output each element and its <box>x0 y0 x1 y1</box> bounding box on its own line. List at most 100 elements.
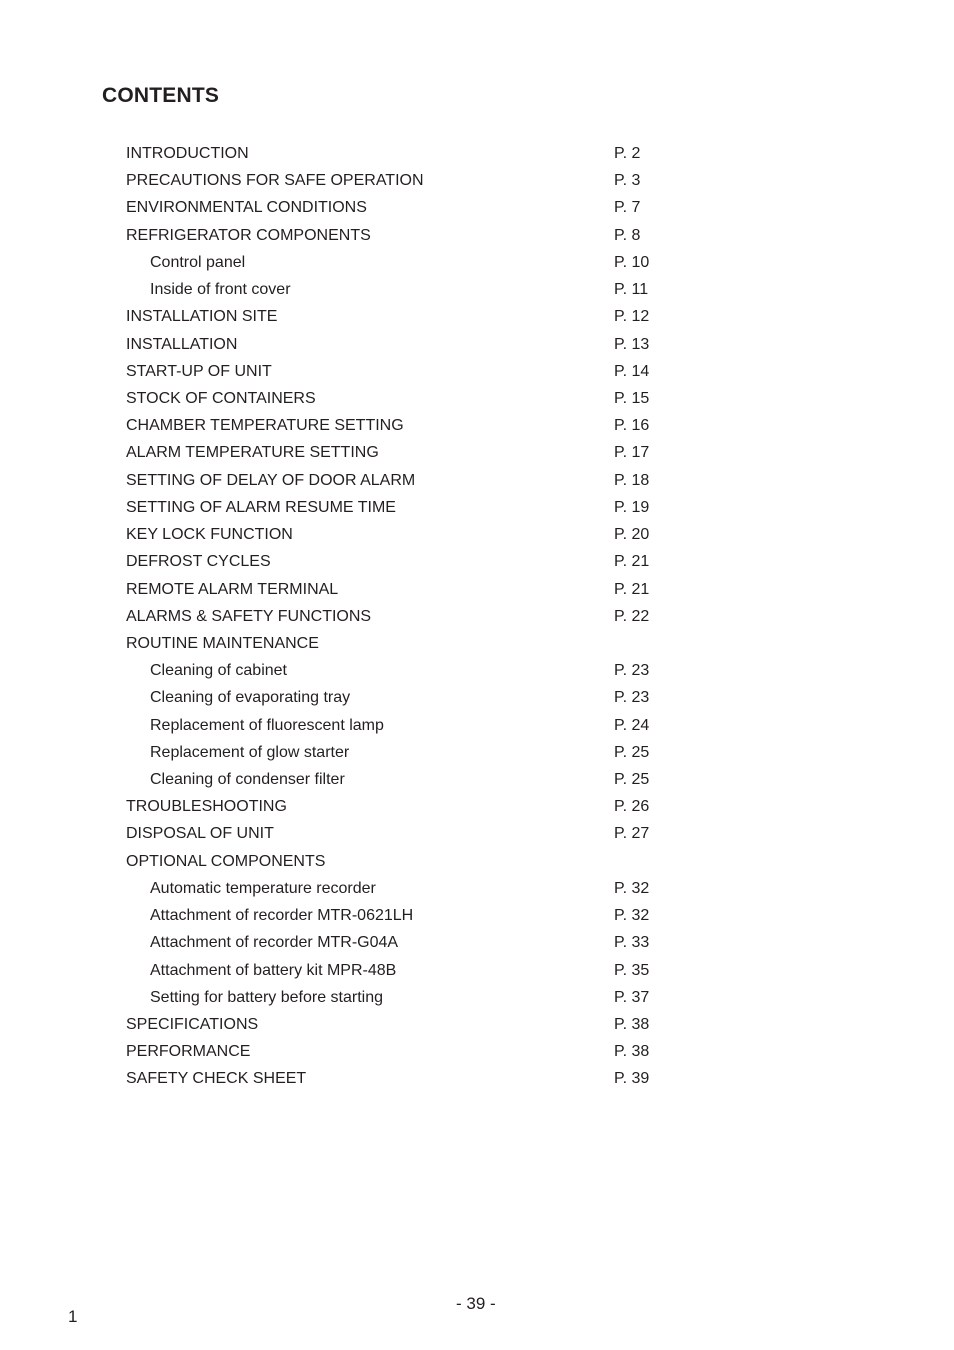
toc-entry[interactable]: ALARMS & SAFETY FUNCTIONS P. 22 <box>126 605 686 632</box>
toc-subentry[interactable]: Setting for battery before starting P. 37 <box>126 986 686 1013</box>
toc-entry[interactable]: ALARM TEMPERATURE SETTING P. 17 <box>126 441 686 468</box>
toc-entry-page: P. 10 <box>614 253 650 271</box>
toc-entry-label: Replacement of glow starter <box>150 743 350 761</box>
toc-entry[interactable]: CHAMBER TEMPERATURE SETTING P. 16 <box>126 414 686 441</box>
toc-subentry[interactable]: Replacement of glow starter P. 25 <box>126 741 686 768</box>
toc-entry-label: Attachment of recorder MTR-G04A <box>150 934 399 952</box>
toc-entry-page: P. 13 <box>614 335 650 353</box>
toc-entry-label: Cleaning of condenser filter <box>150 771 345 789</box>
toc-entry-page: P. 16 <box>614 417 650 435</box>
toc-subentry[interactable]: Control panel P. 10 <box>126 251 686 278</box>
toc-entry-label: Replacement of fluorescent lamp <box>150 716 384 734</box>
toc-subentry[interactable]: Attachment of battery kit MPR-48B P. 35 <box>126 959 686 986</box>
toc-entry-label: Attachment of recorder MTR-0621LH <box>150 907 414 925</box>
toc-entry-label: SETTING OF ALARM RESUME TIME <box>126 498 396 516</box>
toc-entry-label: ENVIRONMENTAL CONDITIONS <box>126 199 367 217</box>
toc-entry-label: ALARMS & SAFETY FUNCTIONS <box>126 607 372 625</box>
toc-entry-page: P. 39 <box>614 1070 650 1088</box>
toc-entry-label: KEY LOCK FUNCTION <box>126 526 293 544</box>
toc-entry-page: P. 35 <box>614 961 650 979</box>
toc-entry[interactable]: DEFROST CYCLES P. 21 <box>126 550 686 577</box>
toc-entry-label: Attachment of battery kit MPR-48B <box>150 961 397 979</box>
toc-entry-page: P. 17 <box>614 444 650 462</box>
toc-entry-page: P. 11 <box>614 281 649 299</box>
toc-entry[interactable]: ROUTINE MAINTENANCE <box>126 632 686 659</box>
toc-entry-page: P. 32 <box>614 879 650 897</box>
table-of-contents: INTRODUCTION P. 2 PRECAUTIONS FOR SAFE OPE… <box>126 142 686 1095</box>
toc-entry[interactable]: SAFETY CHECK SHEET P. 39 <box>126 1067 686 1094</box>
toc-entry-label: SAFETY CHECK SHEET <box>126 1070 307 1088</box>
toc-entry[interactable]: OPTIONAL COMPONENTS <box>126 850 686 877</box>
toc-entry[interactable]: SETTING OF ALARM RESUME TIME P. 19 <box>126 496 686 523</box>
toc-entry[interactable]: INSTALLATION SITE P. 12 <box>126 305 686 332</box>
toc-entry[interactable]: DISPOSAL OF UNIT P. 27 <box>126 822 686 849</box>
toc-entry[interactable]: STOCK OF CONTAINERS P. 15 <box>126 387 686 414</box>
toc-entry[interactable]: REMOTE ALARM TERMINAL P. 21 <box>126 578 686 605</box>
toc-entry-label: ALARM TEMPERATURE SETTING <box>126 444 379 462</box>
toc-entry-page: P. 27 <box>614 825 650 843</box>
toc-entry-page: P. 23 <box>614 662 650 680</box>
toc-subentry[interactable]: Replacement of fluorescent lamp P. 24 <box>126 714 686 741</box>
toc-entry-label: DISPOSAL OF UNIT <box>126 825 274 843</box>
toc-entry-label: CHAMBER TEMPERATURE SETTING <box>126 417 404 435</box>
toc-entry[interactable]: REFRIGERATOR COMPONENTS P. 8 <box>126 224 686 251</box>
toc-entry-label: Control panel <box>150 253 246 271</box>
toc-entry-label: OPTIONAL COMPONENTS <box>126 852 326 870</box>
toc-entry-label: SPECIFICATIONS <box>126 1016 259 1033</box>
toc-entry[interactable]: TROUBLESHOOTING P. 26 <box>126 795 686 822</box>
toc-entry-page: P. 22 <box>614 607 650 625</box>
toc-entry-page: P. 23 <box>614 689 650 707</box>
toc-subentry[interactable]: Cleaning of condenser filter P. 25 <box>126 768 686 795</box>
toc-entry[interactable]: SPECIFICATIONS P. 38 <box>126 1013 686 1040</box>
toc-entry-page: P. 21 <box>614 553 650 571</box>
toc-subentry[interactable]: Cleaning of cabinet P. 23 <box>126 659 686 686</box>
toc-entry-page: P. 8 <box>614 226 641 244</box>
toc-entry-label: INTRODUCTION <box>126 145 249 162</box>
toc-entry-label: INSTALLATION SITE <box>126 308 278 326</box>
toc-entry-label: PRECAUTIONS FOR SAFE OPERATION <box>126 172 424 190</box>
toc-entry-page: P. 7 <box>614 199 641 217</box>
toc-entry[interactable]: SETTING OF DELAY OF DOOR ALARM P. 18 <box>126 469 686 496</box>
toc-entry-page: P. 33 <box>614 934 650 952</box>
toc-subentry[interactable]: Cleaning of evaporating tray P. 23 <box>126 686 686 713</box>
page-title: CONTENTS <box>102 84 220 107</box>
toc-entry-page: P. 25 <box>614 743 650 761</box>
toc-entry-label: Cleaning of cabinet <box>150 662 287 680</box>
toc-entry-page: P. 37 <box>614 988 650 1006</box>
toc-subentry[interactable]: Attachment of recorder MTR-0621LH P. 32 <box>126 904 686 931</box>
toc-entry-page: P. 38 <box>614 1043 650 1061</box>
toc-entry-label: REMOTE ALARM TERMINAL <box>126 580 339 598</box>
toc-entry-label: STOCK OF CONTAINERS <box>126 389 316 407</box>
toc-entry-page: P. 12 <box>614 308 650 326</box>
toc-entry[interactable]: ENVIRONMENTAL CONDITIONS P. 7 <box>126 196 686 223</box>
toc-entry-page: P. 38 <box>614 1016 650 1033</box>
toc-entry-page: P. 25 <box>614 771 650 789</box>
toc-entry[interactable]: INTRODUCTION P. 2 <box>126 142 686 169</box>
toc-entry[interactable]: START-UP OF UNIT P. 14 <box>126 360 686 387</box>
toc-entry-label: DEFROST CYCLES <box>126 553 271 571</box>
toc-entry-label: START-UP OF UNIT <box>126 362 272 380</box>
toc-entry[interactable]: KEY LOCK FUNCTION P. 20 <box>126 523 686 550</box>
toc-entry-page: P. 21 <box>614 580 650 598</box>
toc-entry-label: Setting for battery before starting <box>150 988 384 1006</box>
toc-entry-page: P. 26 <box>614 798 650 816</box>
toc-entry-page: P. 24 <box>614 716 650 734</box>
toc-entry[interactable]: PRECAUTIONS FOR SAFE OPERATION P. 3 <box>126 169 686 196</box>
toc-entry-label: Cleaning of evaporating tray <box>150 689 351 707</box>
toc-entry-page: P. 3 <box>614 172 641 190</box>
toc-subentry[interactable]: Automatic temperature recorder P. 32 <box>126 877 686 904</box>
toc-entry-label: INSTALLATION <box>126 335 238 353</box>
toc-entry-page: P. 18 <box>614 471 650 489</box>
toc-entry[interactable]: INSTALLATION P. 13 <box>126 333 686 360</box>
toc-entry-page: P. 2 <box>614 145 641 162</box>
toc-subentry[interactable]: Attachment of recorder MTR-G04A P. 33 <box>126 931 686 958</box>
toc-entry-page: P. 19 <box>614 498 650 516</box>
toc-entry-label: TROUBLESHOOTING <box>126 798 287 816</box>
page-number-footer: - 39 - <box>456 1294 496 1313</box>
toc-subentry[interactable]: Inside of front cover P. 11 <box>126 278 686 305</box>
toc-entry-label: Inside of front cover <box>150 281 291 299</box>
toc-entry-page: P. 15 <box>614 389 650 407</box>
toc-entry-page: P. 14 <box>614 362 650 380</box>
corner-page-marker: 1 <box>68 1307 78 1326</box>
toc-entry[interactable]: PERFORMANCE P. 38 <box>126 1040 686 1067</box>
